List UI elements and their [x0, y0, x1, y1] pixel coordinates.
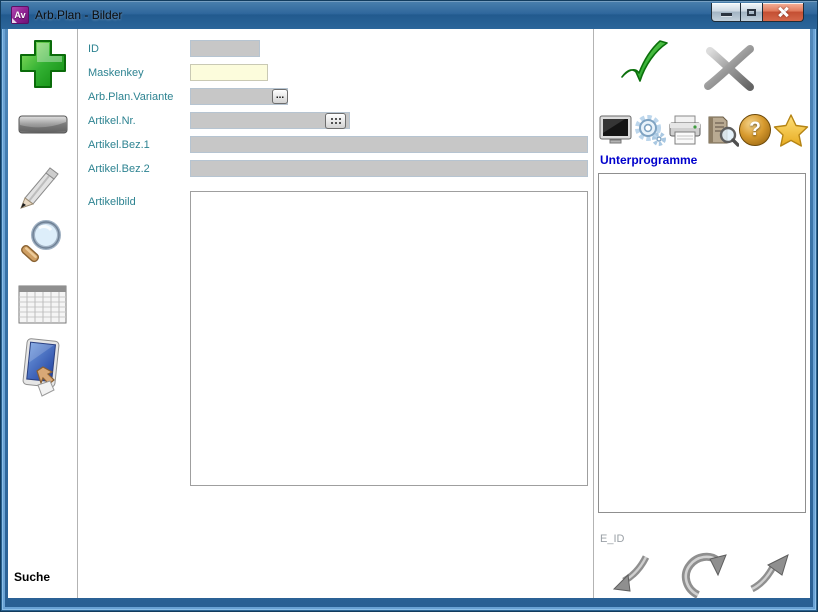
window-content: Suche ID Maskenkey Arb.Plan.Variante ...…: [8, 29, 810, 599]
x-icon: [704, 45, 754, 91]
window-controls: [711, 3, 804, 22]
subprograms-label: Unterprogramme: [600, 153, 698, 167]
field-label-variante: Arb.Plan.Variante: [88, 91, 174, 103]
screen-view-button[interactable]: [599, 115, 632, 150]
minimize-button[interactable]: [711, 3, 741, 22]
help-button[interactable]: ?: [739, 114, 771, 146]
field-label-bez2: Artikel.Bez.2: [88, 163, 150, 175]
field-label-id: ID: [88, 43, 99, 55]
artikelbild-imagebox[interactable]: [190, 191, 588, 486]
arrow-back-icon: [612, 555, 650, 592]
delete-button[interactable]: [18, 115, 68, 139]
report-preview-button[interactable]: [704, 114, 740, 152]
field-label-artikel-nr: Artikel.Nr.: [88, 115, 136, 127]
variante-lookup-button[interactable]: ...: [272, 89, 288, 104]
artikel-bez1-field[interactable]: [190, 136, 588, 153]
ok-button[interactable]: [618, 39, 672, 104]
close-button[interactable]: [762, 3, 804, 22]
arrow-forward-icon: [750, 554, 789, 593]
app-window: Av Arb.Plan - Bilder Suche ID Maskenkey …: [0, 0, 818, 612]
cancel-button[interactable]: [700, 43, 760, 98]
plus-icon: [20, 40, 66, 88]
checkmark-icon: [621, 40, 668, 82]
id-field[interactable]: [190, 40, 260, 57]
refresh-icon: [681, 552, 727, 599]
search-button[interactable]: [17, 218, 65, 273]
question-mark-icon: ?: [749, 119, 761, 140]
document-search-icon: [708, 116, 740, 147]
edit-button[interactable]: [13, 165, 61, 216]
monitor-icon: [599, 115, 632, 144]
field-label-maskenkey: Maskenkey: [88, 67, 144, 79]
touchscreen-icon: [22, 338, 60, 397]
magnifier-icon: [21, 220, 61, 263]
maskenkey-field[interactable]: [190, 64, 268, 81]
add-button[interactable]: [18, 38, 68, 95]
grid-dots-icon: [330, 118, 341, 124]
touch-select-button[interactable]: [18, 337, 67, 404]
minus-icon: [18, 115, 68, 134]
gear-icon: [635, 115, 666, 146]
star-icon: [773, 114, 809, 147]
close-icon: [776, 5, 790, 19]
table-icon: [18, 285, 67, 324]
pencil-icon: [20, 167, 59, 209]
field-label-bez1: Artikel.Bez.1: [88, 139, 150, 151]
field-label-artikelbild: Artikelbild: [88, 196, 136, 208]
search-section-label: Suche: [14, 570, 51, 584]
nav-next-button[interactable]: [746, 547, 796, 602]
settings-button[interactable]: [633, 114, 667, 152]
artikel-nr-lookup-button[interactable]: [325, 113, 346, 129]
sidebar-divider: [77, 29, 78, 598]
eid-label: E_ID: [600, 533, 625, 545]
print-button[interactable]: [668, 115, 702, 151]
printer-icon: [669, 115, 701, 145]
maximize-icon: [747, 9, 756, 16]
refresh-button[interactable]: [676, 541, 732, 606]
minimize-icon: [721, 13, 732, 16]
subprograms-listbox[interactable]: [598, 173, 806, 513]
app-icon: Av: [11, 6, 29, 24]
favorites-button[interactable]: [773, 113, 809, 152]
titlebar: Av Arb.Plan - Bilder: [1, 1, 817, 29]
window-title: Arb.Plan - Bilder: [35, 8, 123, 22]
artikel-bez2-field[interactable]: [190, 160, 588, 177]
nav-previous-button[interactable]: [606, 549, 652, 602]
right-panel-divider: [593, 29, 594, 598]
maximize-button[interactable]: [741, 3, 762, 22]
table-button[interactable]: [18, 285, 67, 329]
